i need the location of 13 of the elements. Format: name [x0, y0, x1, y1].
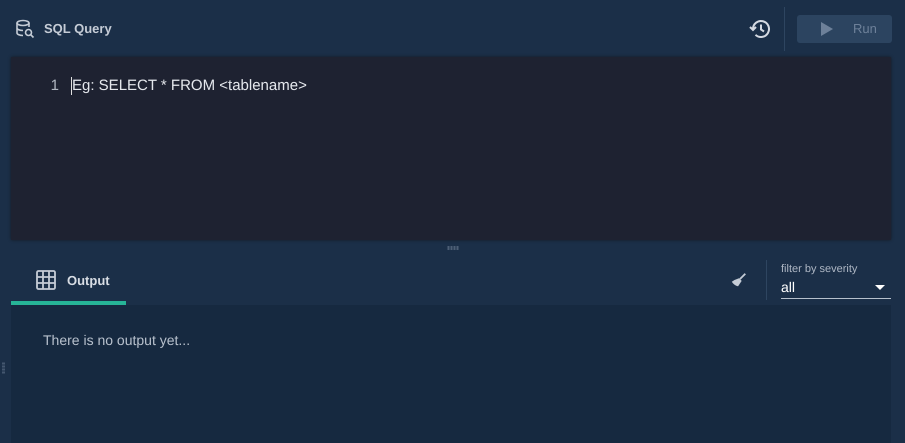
query-placeholder: Eg: SELECT * FROM <tablename>: [72, 77, 307, 95]
panel-title: SQL Query: [44, 21, 112, 36]
empty-output-message: There is no output yet...: [43, 332, 190, 348]
grid-icon: [36, 270, 56, 290]
caret-icon: [875, 284, 885, 290]
severity-filter-dropdown[interactable]: filter by severity all: [781, 261, 891, 299]
resize-handle[interactable]: [446, 246, 458, 250]
database-search-icon: [15, 18, 35, 38]
line-number: 1: [50, 77, 59, 95]
code-editor[interactable]: 1 Eg: SELECT * FROM <tablename>: [11, 57, 891, 240]
play-icon: [821, 22, 833, 36]
broom-icon[interactable]: [730, 271, 748, 289]
side-resize-handle[interactable]: [2, 362, 5, 374]
